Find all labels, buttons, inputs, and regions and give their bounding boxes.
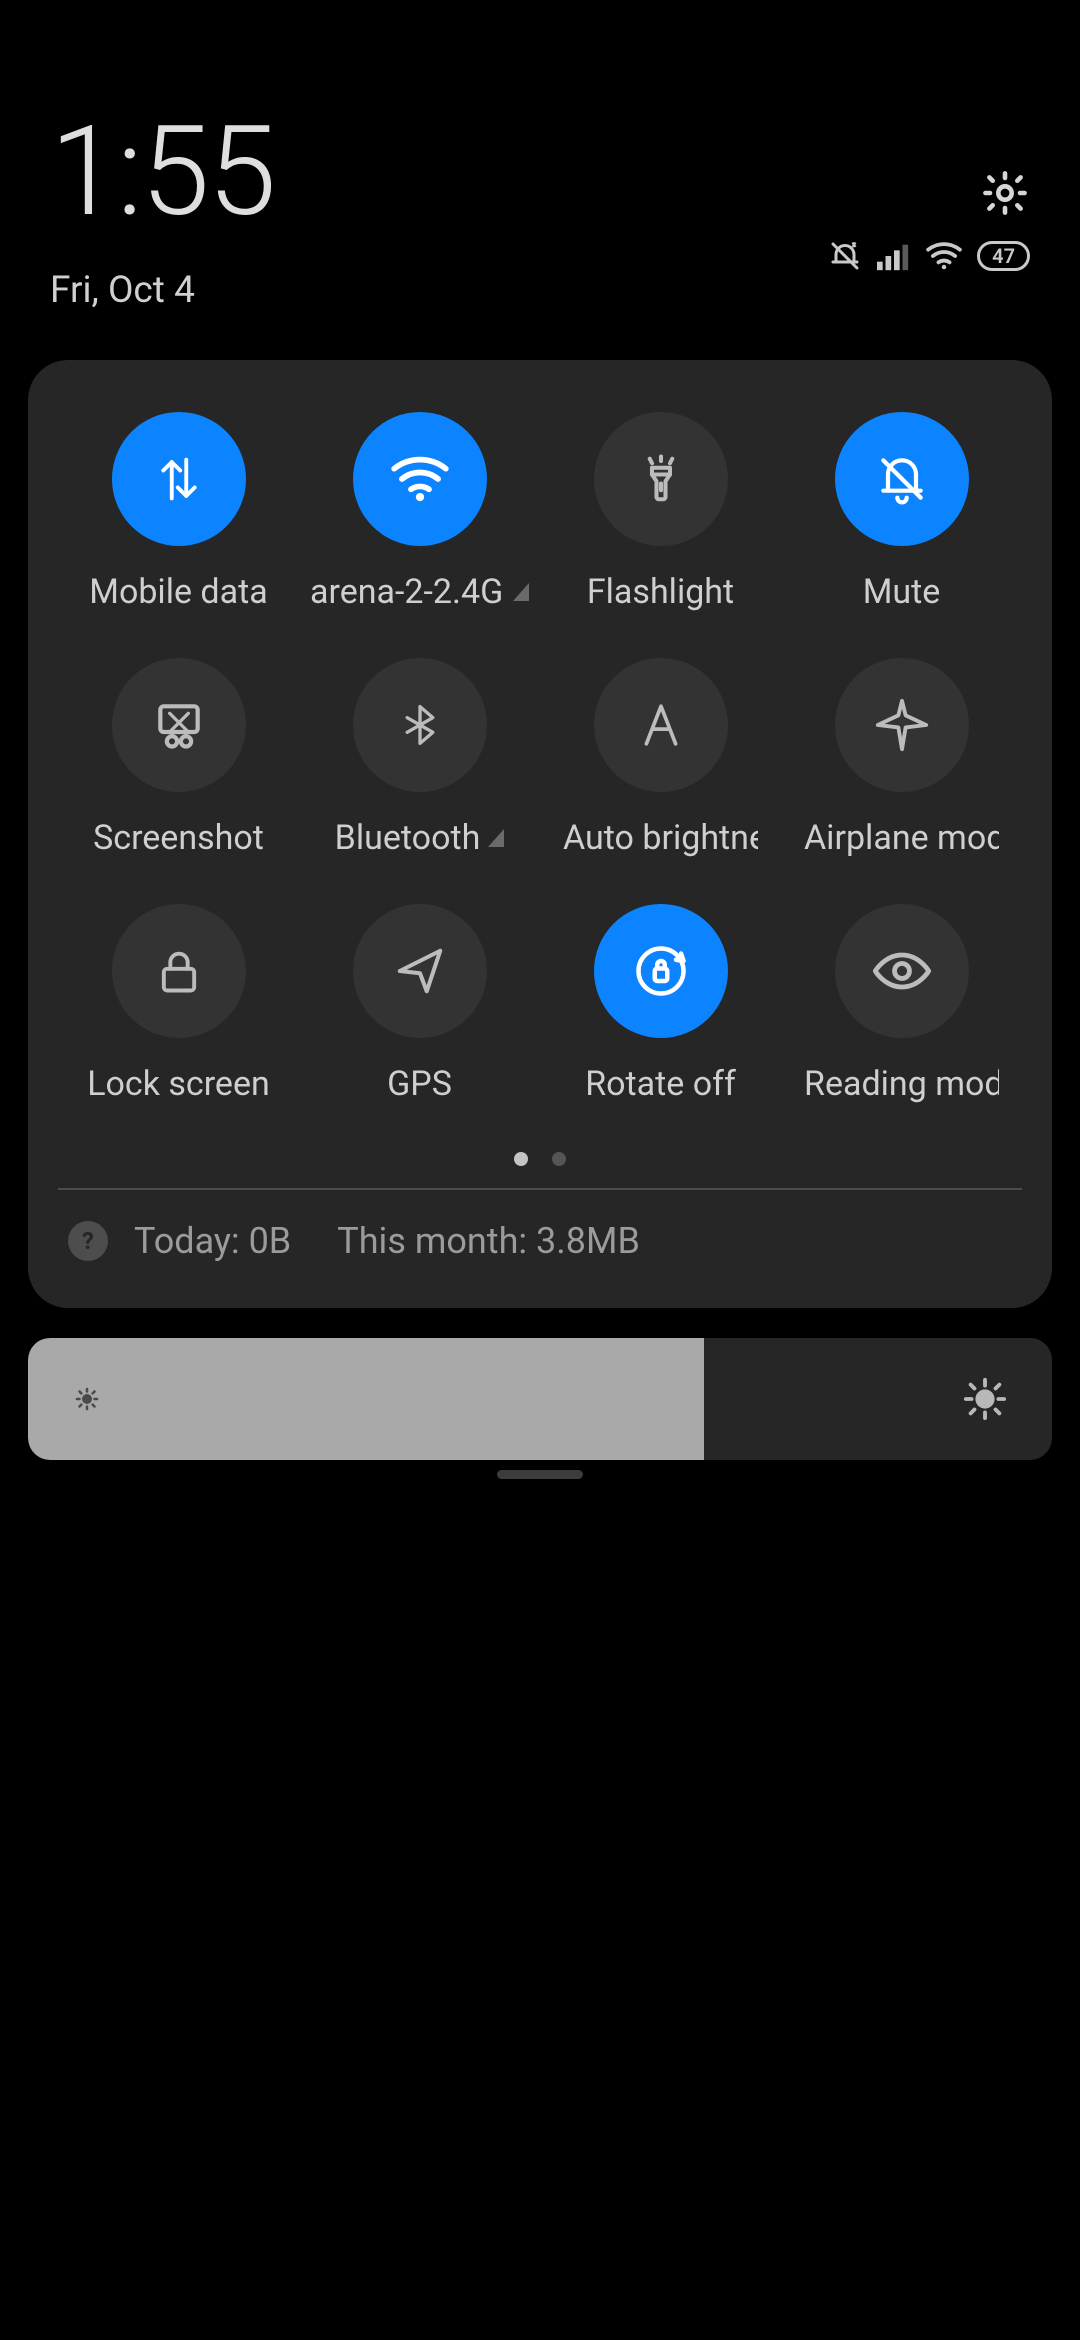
tile-lock-screen-label-row: Lock screen [87,1064,270,1104]
tile-label: Airplane mode [804,818,999,858]
tile-reading-mode-toggle[interactable] [835,904,969,1038]
brightness-min-icon [72,1384,102,1414]
tile-airplane-mode-label-row: Airplane mode [804,818,999,858]
brightness-slider[interactable] [28,1338,1052,1460]
tile-mute-label-row: Mute [863,572,941,612]
brightness-max-icon [962,1376,1008,1422]
tile-rotate-off-toggle[interactable] [594,904,728,1038]
tile-gps-toggle[interactable] [353,904,487,1038]
status-cell-signal-icon [877,241,911,271]
tile-label: Auto brightness [563,818,758,858]
tile-gps-label-row: GPS [387,1064,452,1104]
tile-mobile-data-label-row: Mobile data [89,572,267,612]
tile-flashlight-label-row: Flashlight [587,572,734,612]
header: 1:55 Fri, Oct 4 [0,0,1080,342]
gear-icon [980,168,1030,218]
battery-percent: 47 [992,244,1015,268]
status-battery: 47 [977,241,1030,271]
screenshot-icon [151,697,207,753]
tile-screenshot-toggle[interactable] [112,658,246,792]
data-arrows-icon [150,450,208,508]
tile-mobile-data-toggle[interactable] [112,412,246,546]
tile-label: GPS [387,1064,452,1104]
signal-triangle-icon [513,583,529,601]
tiles-grid: Mobile data arena-2-2.4GH Flashlight Mute Sc… [58,412,1022,1104]
signal-triangle-icon [488,829,504,847]
panel-handle[interactable] [497,1470,583,1479]
tile-auto-brightness-toggle[interactable] [594,658,728,792]
eye-icon [870,949,934,993]
tile-flashlight[interactable]: Flashlight [540,412,781,612]
quick-settings-panel: Mobile data arena-2-2.4GH Flashlight Mute Sc… [28,360,1052,1308]
data-usage-month: This month: 3.8MB [337,1220,640,1262]
wifi-icon [389,455,451,503]
tile-wifi[interactable]: arena-2-2.4GH [299,412,540,612]
tile-mobile-data[interactable]: Mobile data [58,412,299,612]
page-indicator[interactable] [58,1152,1022,1166]
tile-rotate-off[interactable]: Rotate off [540,904,781,1104]
data-usage-row[interactable]: ? Today: 0B This month: 3.8MB [58,1188,1022,1292]
tile-lock-screen-toggle[interactable] [112,904,246,1038]
tile-screenshot-label-row: Screenshot [93,818,264,858]
page-dot-1[interactable] [514,1152,528,1166]
tile-rotate-off-label-row: Rotate off [585,1064,736,1104]
tile-label: Flashlight [587,572,734,612]
status-bar: 47 [827,238,1030,274]
bluetooth-icon [398,696,442,754]
tile-airplane-mode[interactable]: Airplane mode [781,658,1022,858]
tile-reading-mode-label-row: Reading mode [804,1064,999,1104]
bell-mute-icon [874,451,930,507]
tile-auto-brightness[interactable]: Auto brightness [540,658,781,858]
rotate-lock-icon [631,941,691,1001]
tile-bluetooth-toggle[interactable] [353,658,487,792]
tile-mute-toggle[interactable] [835,412,969,546]
tile-lock-screen[interactable]: Lock screen [58,904,299,1104]
tile-auto-brightness-label-row: Auto brightness [563,818,758,858]
brightness-fill [28,1338,704,1460]
tile-mute[interactable]: Mute [781,412,1022,612]
tile-label: arena-2-2.4GH [310,572,505,612]
page-dot-2[interactable] [552,1152,566,1166]
tile-screenshot[interactable]: Screenshot [58,658,299,858]
tile-flashlight-toggle[interactable] [594,412,728,546]
clock-time: 1:55 [50,100,1020,245]
nav-arrow-icon [393,944,447,998]
settings-button[interactable] [980,168,1030,218]
tile-wifi-label-row: arena-2-2.4GH [310,572,529,612]
tile-bluetooth[interactable]: Bluetooth [299,658,540,858]
tile-bluetooth-label-row: Bluetooth [335,818,505,858]
tile-reading-mode[interactable]: Reading mode [781,904,1022,1104]
tile-label: Mobile data [89,572,267,612]
letter-a-icon [636,698,686,752]
status-mute-icon [827,238,863,274]
tile-wifi-toggle[interactable] [353,412,487,546]
tile-label: Mute [863,572,941,612]
flashlight-icon [634,450,688,508]
tile-label: Lock screen [87,1064,270,1104]
tile-label: Rotate off [585,1064,736,1104]
tile-airplane-mode-toggle[interactable] [835,658,969,792]
status-wifi-icon [925,241,963,271]
tile-label: Reading mode [804,1064,999,1104]
question-icon: ? [68,1221,108,1261]
lock-icon [153,943,205,999]
tile-label: Bluetooth [335,818,481,858]
airplane-icon [873,696,931,754]
tile-label: Screenshot [93,818,264,858]
tile-gps[interactable]: GPS [299,904,540,1104]
clock-date: Fri, Oct 4 [50,269,1020,312]
data-usage-today: Today: 0B [134,1220,291,1262]
